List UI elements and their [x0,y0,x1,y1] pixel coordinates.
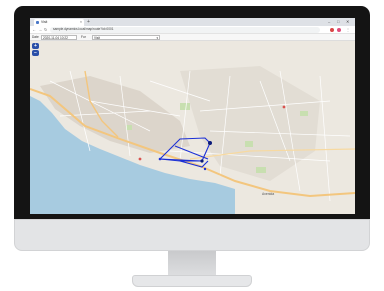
browser-tab[interactable]: Visit × [34,19,84,26]
forward-icon[interactable]: → [38,27,42,33]
date-input[interactable]: 2020-11-04 10:22 [41,35,77,40]
user-select-value: Visit [94,36,100,40]
monitor-stand-foot [132,275,252,287]
minimize-button[interactable]: – [328,18,330,26]
route-stop [200,159,204,163]
menu-icon[interactable]: ⋮ [346,27,350,33]
maximize-button[interactable]: □ [337,18,339,26]
zoom-in-button[interactable]: + [32,43,39,49]
user-select[interactable]: Visit ▾ [92,35,160,40]
back-icon[interactable]: ← [32,27,36,33]
filter-bar: Date 2020-11-04 10:22 For Visit ▾ [30,34,355,41]
route-stop [208,141,212,145]
address-bar-row: ← → ↻ sample.dynamics.local/map/route?id… [30,26,355,34]
map-zoom-control: + − [32,43,39,57]
screen: Visit × + – □ ✕ ← → ↻ sample.dynamics.lo… [30,18,355,214]
extension-icon[interactable] [330,28,334,32]
poi-marker [138,157,142,161]
new-tab-button[interactable]: + [87,18,90,26]
map-canvas[interactable]: Avenida [30,41,355,214]
tab-title: Visit [41,20,48,24]
close-tab-icon[interactable]: × [80,19,82,26]
monitor-chin [14,219,370,251]
close-window-button[interactable]: ✕ [346,18,349,26]
route-stop [158,157,162,161]
road-label: Avenida [262,192,274,196]
monitor-stand-neck [168,251,216,277]
poi-marker [282,105,286,109]
route-stop [203,167,207,171]
profile-icon[interactable] [337,28,341,32]
user-label: For [81,35,86,39]
favicon-icon [36,21,39,24]
zoom-out-button[interactable]: − [32,50,39,56]
url-input[interactable]: sample.dynamics.local/map/route?id=0001 [50,27,320,33]
browser-tab-strip: Visit × + – □ ✕ [30,18,355,26]
date-label: Date [32,35,39,39]
reload-icon[interactable]: ↻ [44,27,48,33]
